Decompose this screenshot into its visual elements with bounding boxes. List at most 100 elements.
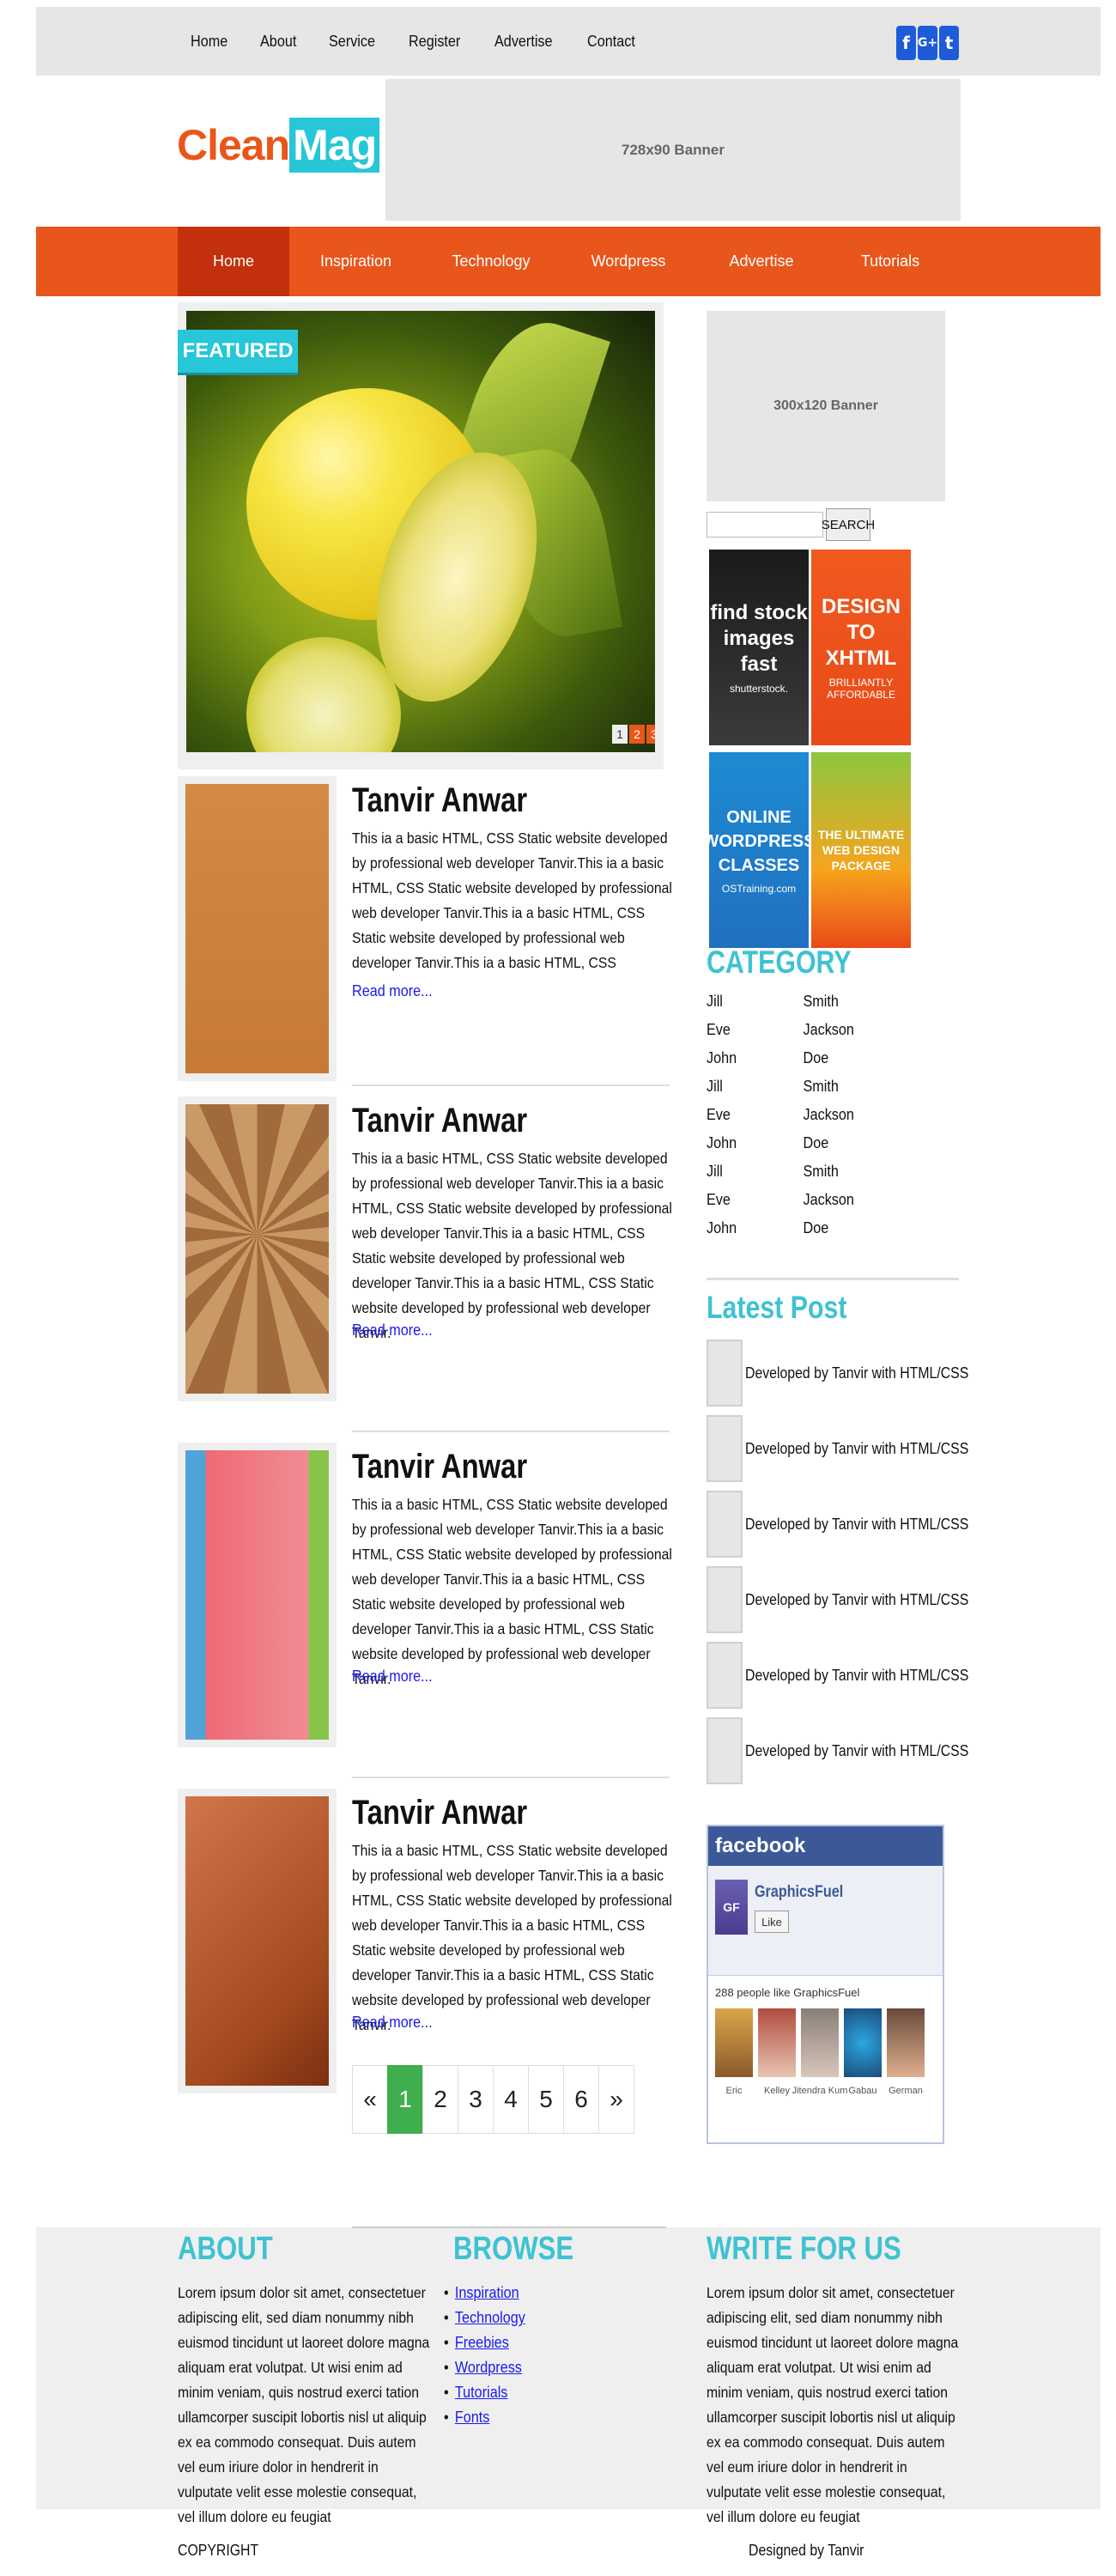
browse-item: Wordpress bbox=[444, 2355, 525, 2380]
post-thumbnail[interactable] bbox=[178, 1789, 337, 2093]
category-first: Eve bbox=[707, 1106, 731, 1123]
post-thumbnail[interactable] bbox=[178, 1097, 337, 1401]
post-image bbox=[185, 784, 329, 1073]
latest-post-item[interactable]: Developed by Tanvir with HTML/CSS bbox=[707, 1642, 999, 1709]
latest-post-title: Developed by Tanvir with HTML/CSS bbox=[745, 1666, 969, 1684]
featured-image[interactable]: 1 2 3 bbox=[186, 311, 655, 752]
facebook-icon[interactable]: f bbox=[896, 26, 916, 60]
page-prev-button[interactable]: « bbox=[352, 2065, 388, 2134]
post-title[interactable]: Tanvir Anwar bbox=[352, 1794, 527, 1832]
page-3-button[interactable]: 3 bbox=[458, 2065, 494, 2134]
page-next-button[interactable]: » bbox=[598, 2065, 634, 2134]
browse-link-wordpress[interactable]: Wordpress bbox=[455, 2359, 522, 2376]
page-2-button[interactable]: 2 bbox=[422, 2065, 458, 2134]
post-title[interactable]: Tanvir Anwar bbox=[352, 1102, 527, 1140]
fan-name: Gabau bbox=[848, 2086, 877, 2096]
topnav-advertise[interactable]: Advertise bbox=[494, 33, 553, 51]
mainnav-home[interactable]: Home bbox=[178, 227, 289, 296]
mainnav-wordpress[interactable]: Wordpress bbox=[560, 227, 697, 296]
fan-item[interactable]: German bbox=[887, 2008, 925, 2096]
read-more-link[interactable]: Read more... bbox=[352, 1321, 433, 1340]
browse-link-tutorials[interactable]: Tutorials bbox=[455, 2384, 508, 2401]
ad-tagline: OSTraining.com bbox=[721, 883, 797, 895]
browse-link-inspiration[interactable]: Inspiration bbox=[455, 2284, 519, 2301]
fan-avatar bbox=[844, 2008, 882, 2077]
latest-post-title: Developed by Tanvir with HTML/CSS bbox=[745, 1439, 969, 1457]
search-button[interactable]: SEARCH bbox=[822, 508, 875, 541]
search-input[interactable] bbox=[707, 512, 823, 538]
post-title[interactable]: Tanvir Anwar bbox=[352, 1448, 527, 1486]
latest-post-item[interactable]: Developed by Tanvir with HTML/CSS bbox=[707, 1415, 999, 1482]
google-plus-icon[interactable]: G+ bbox=[918, 26, 937, 60]
mainnav-inspiration[interactable]: Inspiration bbox=[289, 227, 422, 296]
category-first: Eve bbox=[707, 1191, 731, 1208]
post-item: Tanvir Anwar This ia a basic HTML, CSS S… bbox=[178, 776, 672, 1081]
read-more-link[interactable]: Read more... bbox=[352, 1668, 433, 1686]
page-4-button[interactable]: 4 bbox=[493, 2065, 529, 2134]
browse-link-technology[interactable]: Technology bbox=[455, 2309, 525, 2326]
page-6-button[interactable]: 6 bbox=[563, 2065, 599, 2134]
category-row[interactable]: John Doe bbox=[707, 1044, 854, 1072]
browse-link-fonts[interactable]: Fonts bbox=[455, 2409, 490, 2426]
slide-3-button[interactable]: 3 bbox=[646, 725, 655, 744]
fan-item[interactable]: Jitendra Kum bbox=[792, 2008, 847, 2096]
mainnav-technology[interactable]: Technology bbox=[422, 227, 560, 296]
read-more-link[interactable]: Read more... bbox=[352, 982, 433, 1000]
site-logo[interactable]: Clean Mag bbox=[177, 117, 380, 173]
ad-tagline: BRILLIANTLY AFFORDABLE bbox=[826, 677, 895, 701]
banner-728x90[interactable]: 728x90 Banner bbox=[385, 79, 961, 221]
post-thumbnail[interactable] bbox=[178, 776, 337, 1081]
slide-1-button[interactable]: 1 bbox=[612, 725, 628, 744]
latest-post-item[interactable]: Developed by Tanvir with HTML/CSS bbox=[707, 1340, 999, 1406]
topnav-about[interactable]: About bbox=[260, 33, 296, 51]
twitter-icon[interactable]: t bbox=[939, 26, 959, 60]
category-row[interactable]: Eve Jackson bbox=[707, 1016, 854, 1044]
facebook-like-button[interactable]: Like bbox=[755, 1911, 789, 1933]
read-more-link[interactable]: Read more... bbox=[352, 2014, 433, 2032]
topnav-home[interactable]: Home bbox=[191, 33, 227, 51]
ad-headline: THE ULTIMATE WEB DESIGN PACKAGE bbox=[817, 828, 905, 872]
ad-wordpress-classes[interactable]: ONLINE WORDPRESS CLASSES OSTraining.com bbox=[709, 752, 809, 948]
category-row[interactable]: Eve Jackson bbox=[707, 1101, 854, 1129]
footer-about-text: Lorem ipsum dolor sit amet, consectetuer… bbox=[178, 2284, 430, 2525]
category-last: Jackson bbox=[803, 1021, 854, 1038]
topnav-service[interactable]: Service bbox=[329, 33, 375, 51]
post-image bbox=[185, 1450, 329, 1740]
latest-post-item[interactable]: Developed by Tanvir with HTML/CSS bbox=[707, 1491, 999, 1558]
post-item: Tanvir Anwar This ia a basic HTML, CSS S… bbox=[178, 1084, 672, 1401]
category-table: Jill Smith Eve Jackson John Doe Jill Smith E… bbox=[707, 987, 870, 1242]
post-divider bbox=[352, 1431, 670, 1432]
category-row[interactable]: John Doe bbox=[707, 1214, 854, 1242]
slide-2-button[interactable]: 2 bbox=[629, 725, 645, 744]
post-title[interactable]: Tanvir Anwar bbox=[352, 781, 527, 820]
mainnav-advertise[interactable]: Advertise bbox=[697, 227, 826, 296]
topnav-register[interactable]: Register bbox=[409, 33, 460, 51]
logo-part1: Clean bbox=[177, 121, 290, 169]
fan-item[interactable]: Gabau bbox=[844, 2008, 882, 2096]
page-5-button[interactable]: 5 bbox=[528, 2065, 564, 2134]
category-row[interactable]: Eve Jackson bbox=[707, 1186, 854, 1214]
ad-web-design-package[interactable]: THE ULTIMATE WEB DESIGN PACKAGE bbox=[811, 752, 911, 948]
post-thumbnail[interactable] bbox=[178, 1443, 337, 1747]
page-1-button[interactable]: 1 bbox=[387, 2065, 423, 2134]
latest-post-item[interactable]: Developed by Tanvir with HTML/CSS bbox=[707, 1566, 999, 1633]
banner-300x120[interactable]: 300x120 Banner bbox=[707, 311, 945, 501]
category-row[interactable]: Jill Smith bbox=[707, 987, 854, 1016]
ad-shutterstock[interactable]: find stock images fast shutterstock. bbox=[709, 550, 809, 745]
latest-post-title: Developed by Tanvir with HTML/CSS bbox=[745, 1741, 969, 1759]
latest-post-item[interactable]: Developed by Tanvir with HTML/CSS bbox=[707, 1717, 999, 1784]
category-row[interactable]: Jill Smith bbox=[707, 1157, 854, 1186]
logo-part2: Mag bbox=[289, 118, 380, 173]
fan-item[interactable]: Kelley bbox=[758, 2008, 796, 2096]
topnav-contact[interactable]: Contact bbox=[587, 33, 635, 51]
facebook-page-name[interactable]: GraphicsFuel bbox=[755, 1883, 843, 1902]
ad-psd-to-xhtml[interactable]: DESIGN TO XHTML BRILLIANTLY AFFORDABLE bbox=[811, 550, 911, 745]
mainnav-tutorials[interactable]: Tutorials bbox=[826, 227, 955, 296]
facebook-page-info: GF GraphicsFuel Like bbox=[708, 1866, 943, 1976]
browse-link-freebies[interactable]: Freebies bbox=[455, 2334, 509, 2351]
fan-item[interactable]: Eric bbox=[715, 2008, 753, 2096]
category-row[interactable]: John Doe bbox=[707, 1129, 854, 1157]
category-row[interactable]: Jill Smith bbox=[707, 1072, 854, 1101]
graphicsfuel-logo[interactable]: GF bbox=[715, 1880, 748, 1935]
browse-item: Inspiration bbox=[444, 2281, 525, 2306]
